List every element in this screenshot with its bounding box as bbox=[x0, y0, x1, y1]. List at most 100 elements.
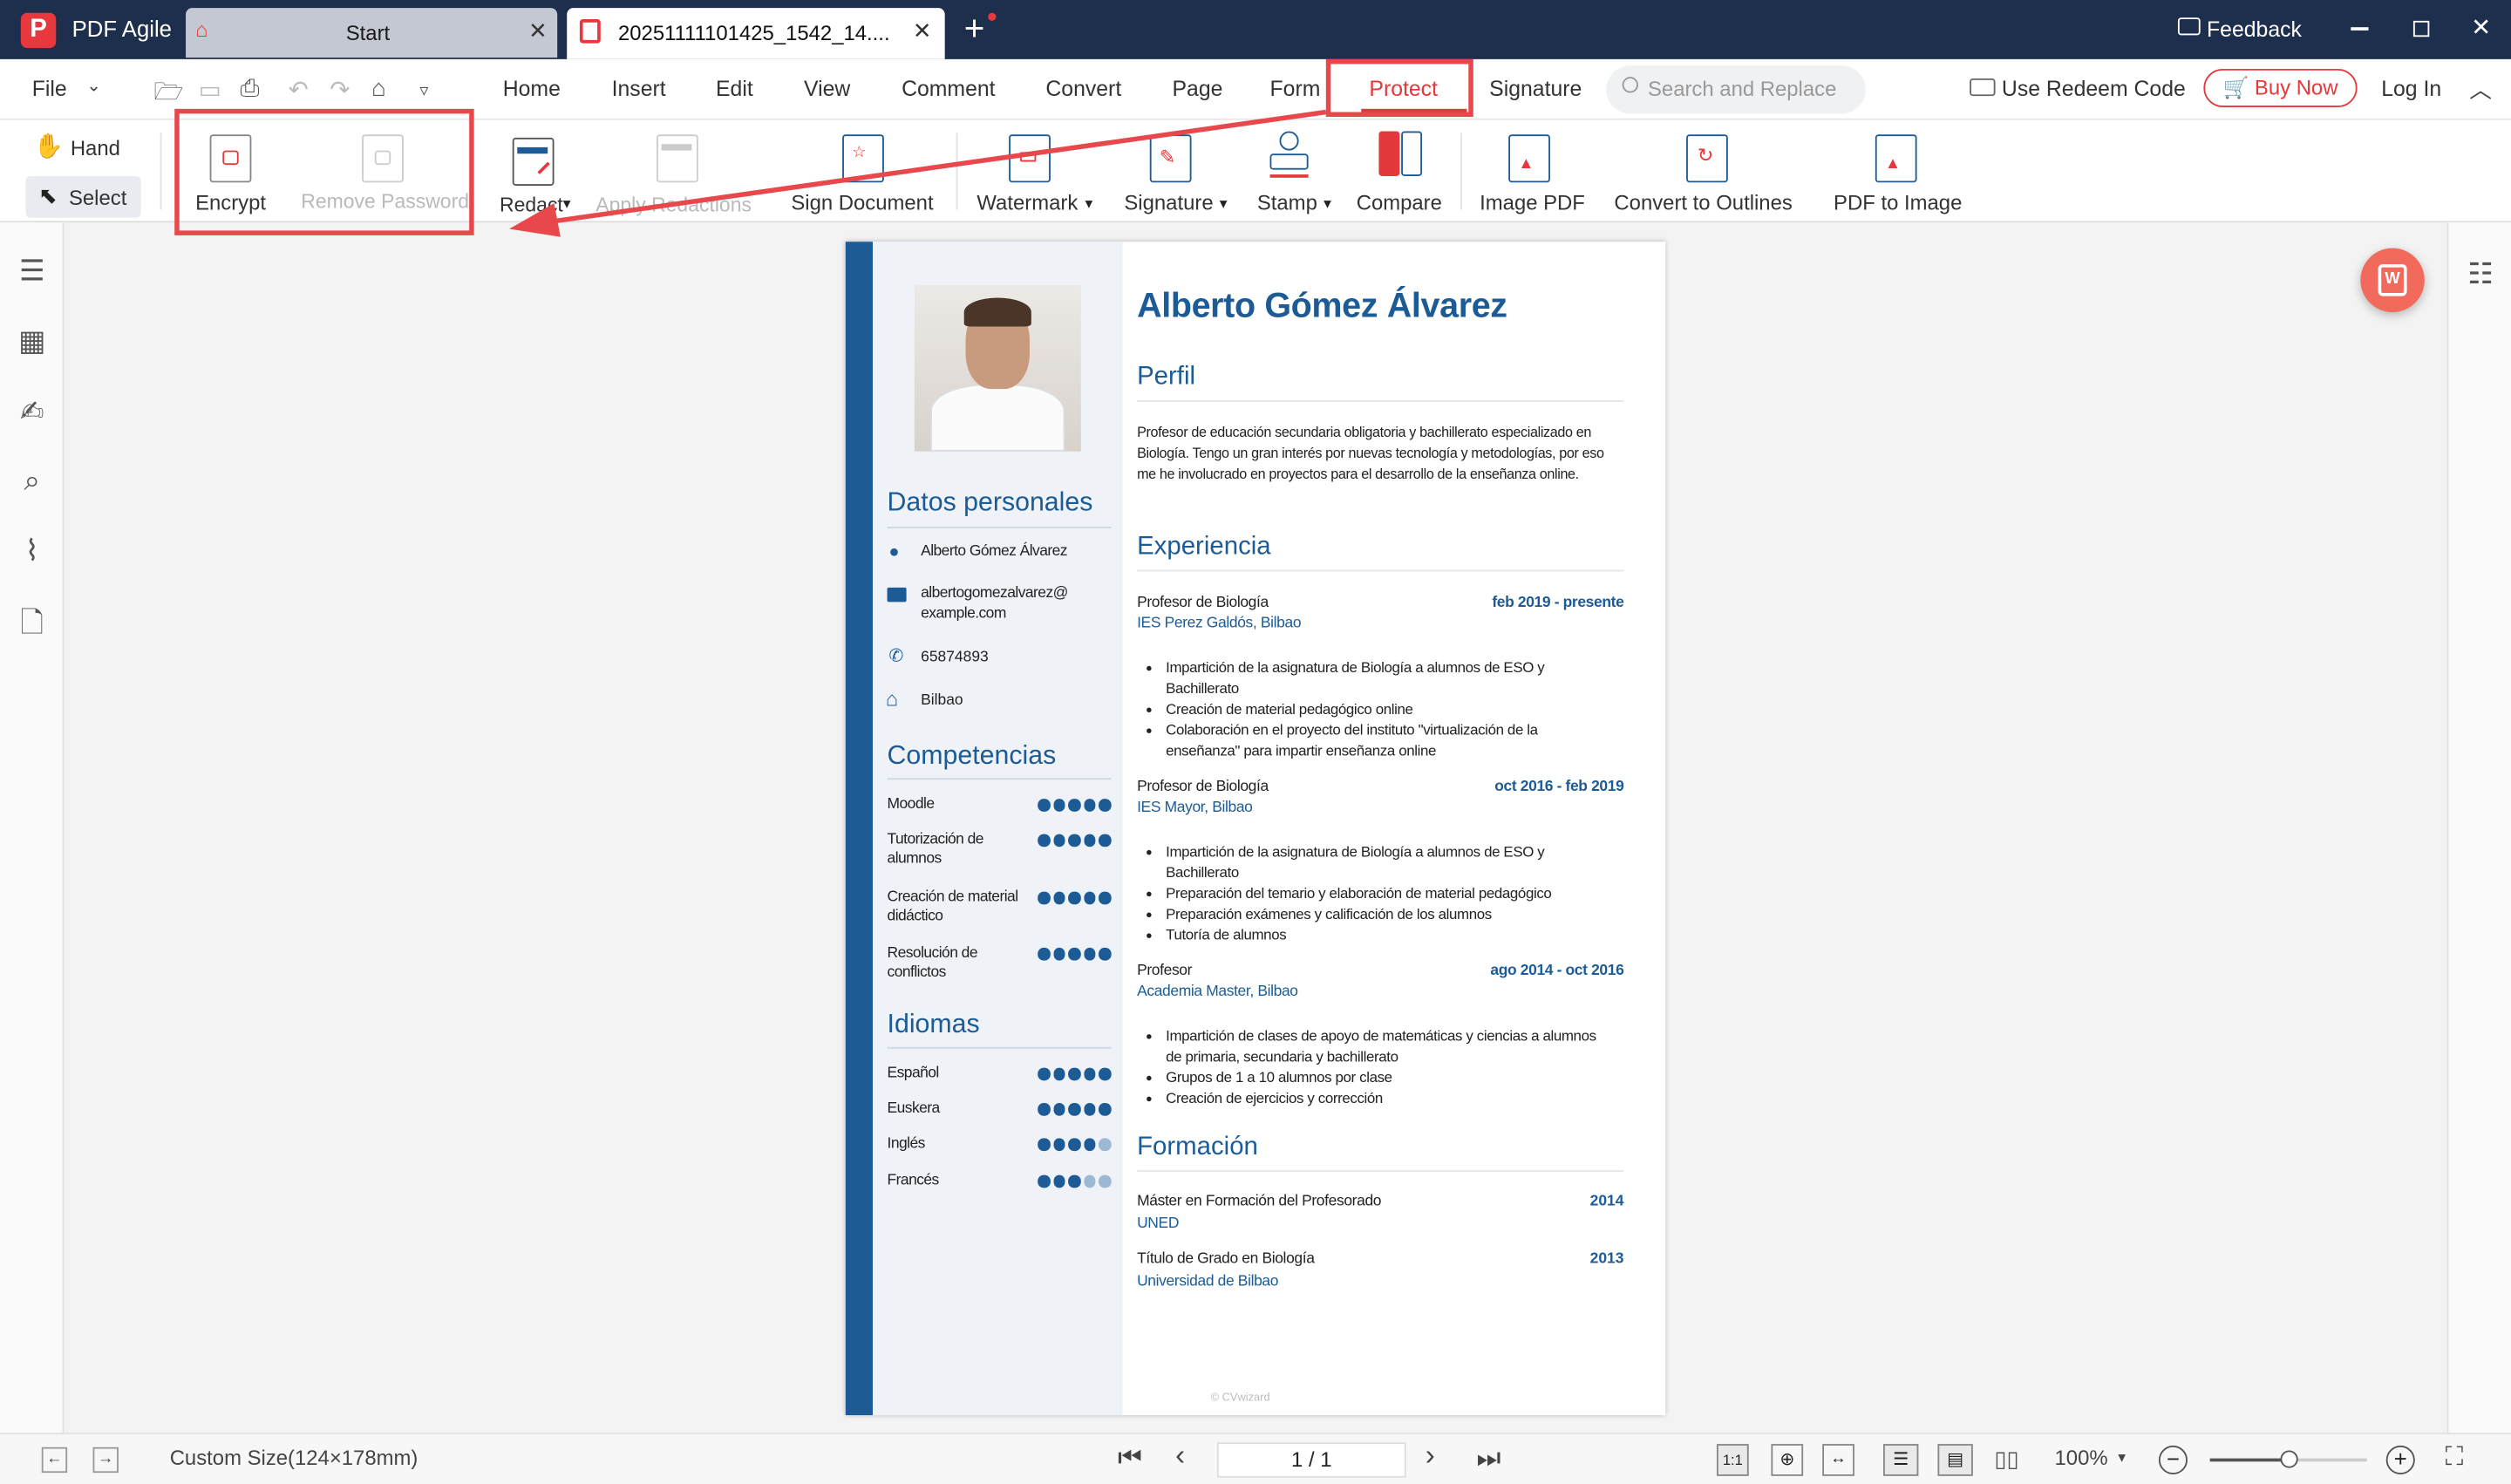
sign-document-button[interactable]: ☆ Sign Document bbox=[785, 123, 945, 215]
job-bullets: Impartición de la asignatura de Biología… bbox=[1140, 842, 1605, 946]
rating-dot bbox=[1038, 834, 1050, 847]
menu-convert[interactable]: Convert bbox=[1045, 77, 1121, 101]
close-icon[interactable]: ✕ bbox=[528, 17, 548, 44]
fit-width-icon[interactable]: ↔ bbox=[1822, 1444, 1854, 1476]
pdf-page[interactable]: Datos personales ● Alberto Gómez Álvarez… bbox=[845, 242, 1666, 1416]
undo-icon[interactable]: ↶ bbox=[289, 75, 309, 104]
convert-outlines-button[interactable]: ↻ Convert to Outlines bbox=[1608, 123, 1807, 215]
next-page-icon[interactable]: › bbox=[1426, 1440, 1435, 1474]
login-button[interactable]: Log In bbox=[2381, 77, 2441, 101]
job-date: feb 2019 - presente bbox=[1492, 594, 1624, 612]
close-icon[interactable]: ✕ bbox=[913, 17, 932, 44]
hand-tool[interactable]: ✋ Hand bbox=[25, 130, 140, 168]
job-bullets: Impartición de clases de apoyo de matemá… bbox=[1140, 1026, 1605, 1109]
actual-size-icon[interactable]: 1:1 bbox=[1716, 1444, 1749, 1476]
redo-icon[interactable]: ↷ bbox=[330, 75, 350, 104]
rating-dot bbox=[1098, 799, 1111, 811]
watermark-button[interactable]: Watermark ▼ bbox=[970, 123, 1102, 215]
menu-home[interactable]: Home bbox=[503, 77, 561, 101]
rating-dot bbox=[1068, 1138, 1080, 1151]
fit-page-icon[interactable]: ⊕ bbox=[1771, 1444, 1804, 1476]
restore-icon[interactable] bbox=[2412, 20, 2430, 37]
rating-dot bbox=[1052, 1174, 1065, 1188]
first-page-icon[interactable]: ⏮ bbox=[1118, 1442, 1142, 1474]
zoom-slider[interactable] bbox=[2209, 1450, 2367, 1468]
contact-phone: 65874893 bbox=[921, 648, 989, 666]
tab-start-label: Start bbox=[345, 20, 391, 45]
tab-start[interactable]: ⌂ Start ✕ bbox=[186, 8, 558, 58]
rating-dot bbox=[1068, 947, 1080, 960]
next-view-icon[interactable]: → bbox=[92, 1447, 119, 1474]
divider bbox=[160, 133, 162, 210]
encrypt-button[interactable]: Encrypt bbox=[180, 123, 282, 215]
collapse-ribbon-icon[interactable]: ︿ bbox=[2469, 73, 2492, 106]
feedback-button[interactable]: Feedback bbox=[2207, 17, 2302, 42]
select-tool[interactable]: ⬉ Select bbox=[25, 175, 141, 218]
convert-outlines-label: Convert to Outlines bbox=[1614, 190, 1793, 215]
zoom-level[interactable]: 100% bbox=[2055, 1446, 2108, 1470]
rating-dot bbox=[1083, 891, 1096, 904]
tab-document[interactable]: 20251111101425_1542_14.... ✕ bbox=[567, 8, 945, 59]
zoom-slider-handle[interactable] bbox=[2280, 1450, 2298, 1468]
menu-insert[interactable]: Insert bbox=[612, 77, 666, 101]
annotation-pen-icon[interactable]: ✍ bbox=[16, 395, 48, 429]
redeem-code-button[interactable]: Use Redeem Code bbox=[2002, 77, 2186, 101]
rating-dot bbox=[1098, 1174, 1111, 1188]
previous-page-icon[interactable]: ‹ bbox=[1175, 1440, 1185, 1474]
last-page-icon[interactable]: ⏭ bbox=[1476, 1442, 1500, 1474]
stamp-button[interactable]: Stamp ▼ bbox=[1249, 123, 1339, 215]
two-page-view-icon[interactable]: ▯▯ bbox=[1989, 1444, 2024, 1476]
menu-page[interactable]: Page bbox=[1172, 77, 1222, 101]
job-bullet: Creación de material pedagógico online bbox=[1166, 699, 1604, 720]
file-menu[interactable]: File bbox=[32, 77, 67, 101]
menu-comment[interactable]: Comment bbox=[902, 77, 995, 101]
buy-now-button[interactable]: 🛒 Buy Now bbox=[2203, 68, 2358, 108]
fullscreen-icon[interactable]: ⛶ bbox=[2446, 1444, 2464, 1473]
home-icon[interactable]: ⌂ bbox=[371, 75, 386, 102]
idiomas-heading: Idiomas bbox=[887, 1010, 980, 1039]
thumbnails-icon[interactable]: ▦ bbox=[16, 325, 48, 359]
menu-icon[interactable]: ☰ bbox=[16, 255, 48, 289]
stamp-icon bbox=[1269, 131, 1310, 183]
page-number-input[interactable]: 1 / 1 bbox=[1216, 1442, 1406, 1478]
job-bullets: Impartición de la asignatura de Biología… bbox=[1140, 658, 1605, 762]
compare-button[interactable]: Compare bbox=[1349, 123, 1452, 215]
zoom-in-icon[interactable]: + bbox=[2385, 1445, 2415, 1474]
document-history-icon[interactable]: 🗋 bbox=[16, 603, 48, 651]
chevron-down-icon[interactable]: ▼ bbox=[2115, 1450, 2128, 1465]
word-convert-float-button[interactable]: W bbox=[2360, 248, 2425, 313]
minimize-icon[interactable] bbox=[2351, 27, 2369, 30]
single-page-view-icon[interactable]: ☰ bbox=[1882, 1444, 1919, 1476]
image-pdf-button[interactable]: ▲ Image PDF bbox=[1470, 123, 1589, 215]
perfil-heading: Perfil bbox=[1137, 363, 1196, 391]
print-icon[interactable]: ⎙ bbox=[241, 75, 260, 102]
attachment-icon[interactable]: ⌇ bbox=[16, 534, 48, 568]
customize-toolbar-icon[interactable]: ▿ bbox=[419, 80, 428, 101]
menu-view[interactable]: View bbox=[804, 77, 850, 101]
zoom-out-icon[interactable]: − bbox=[2158, 1445, 2188, 1474]
menu-signature[interactable]: Signature bbox=[1489, 77, 1582, 101]
rating-dot bbox=[1068, 1174, 1080, 1188]
prev-view-icon[interactable]: ← bbox=[41, 1447, 68, 1474]
pdf-to-image-label: PDF to Image bbox=[1834, 190, 1963, 215]
redact-button[interactable]: Redact ▼ bbox=[493, 123, 583, 216]
chevron-down-icon[interactable]: ⌄ bbox=[86, 75, 101, 96]
close-window-icon[interactable]: ✕ bbox=[2471, 13, 2491, 42]
properties-sliders-icon[interactable]: ☷ bbox=[2465, 258, 2497, 292]
education-place: UNED bbox=[1137, 1215, 1180, 1233]
menu-edit[interactable]: Edit bbox=[716, 77, 753, 101]
search-input[interactable]: Search and Replace bbox=[1606, 65, 1866, 114]
job-bullet: Preparación del temario y elaboración de… bbox=[1166, 883, 1604, 904]
new-tab-icon[interactable]: + bbox=[964, 8, 985, 50]
save-icon[interactable]: ▭ bbox=[199, 75, 221, 104]
job-title: Profesor bbox=[1137, 962, 1193, 980]
continuous-view-icon[interactable]: ▤ bbox=[1937, 1444, 1973, 1476]
menu-form[interactable]: Form bbox=[1270, 77, 1321, 101]
search-icon[interactable]: ⌕ bbox=[16, 464, 48, 498]
menu-protect[interactable]: Protect bbox=[1369, 77, 1438, 101]
pdf-to-image-button[interactable]: ▲ PDF to Image bbox=[1826, 123, 1970, 215]
rating-dot bbox=[1052, 1138, 1065, 1151]
signature-button[interactable]: ✎ Signature ▼ bbox=[1118, 123, 1236, 215]
chevron-down-icon: ▼ bbox=[1321, 196, 1334, 212]
job-date: oct 2016 - feb 2019 bbox=[1494, 778, 1624, 796]
